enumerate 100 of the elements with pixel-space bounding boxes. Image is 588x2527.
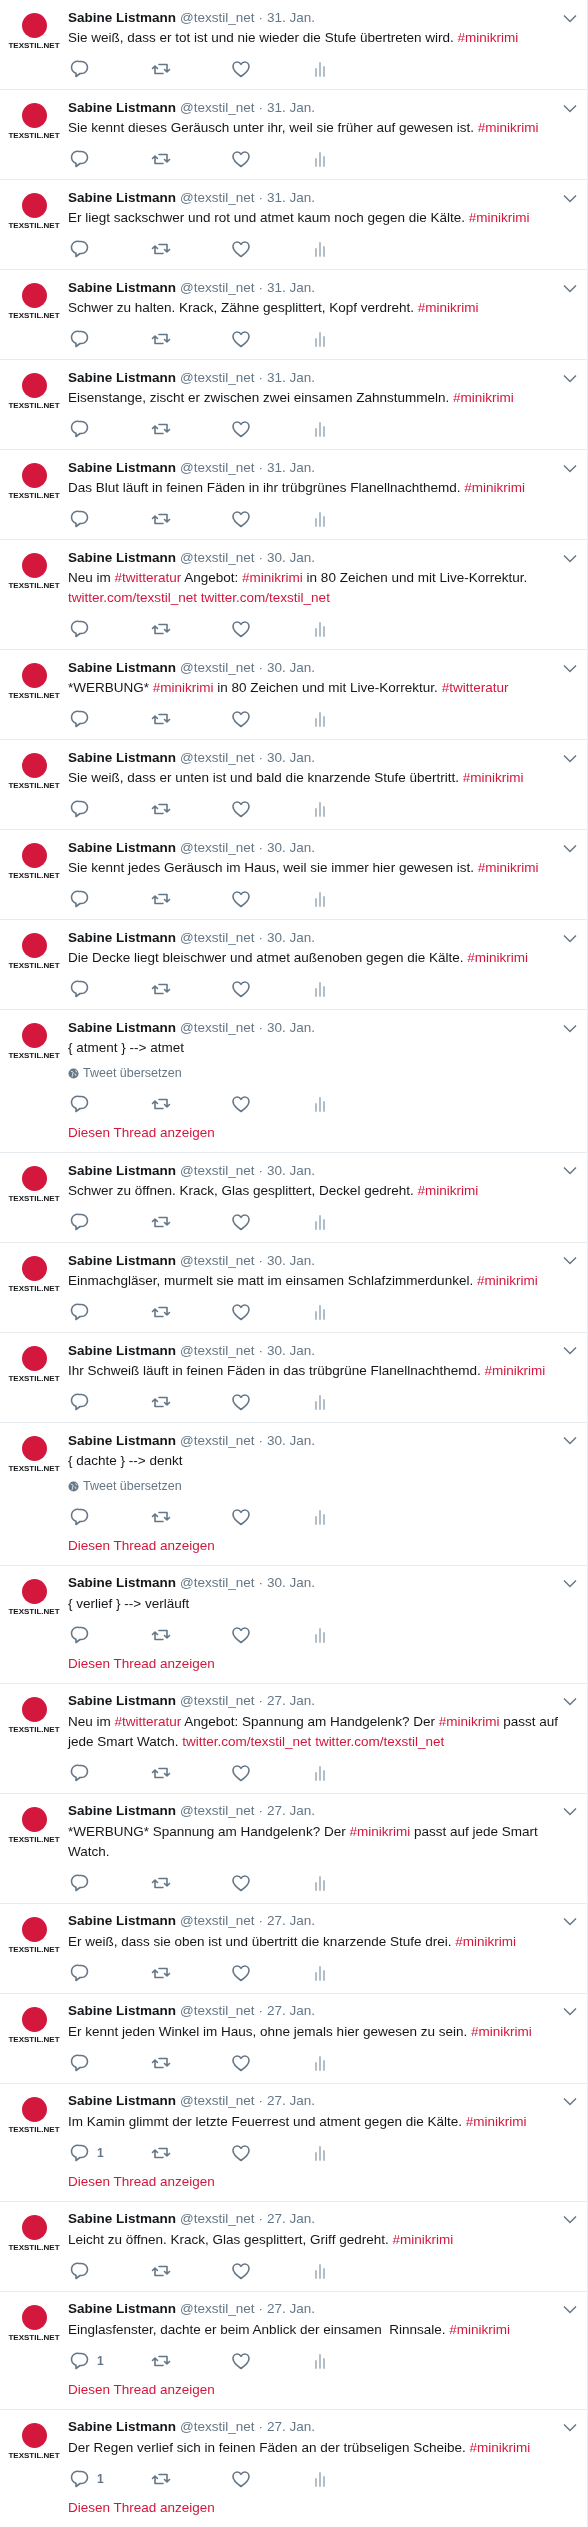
- translate-link[interactable]: Tweet übersetzen: [68, 1064, 182, 1083]
- avatar-logo[interactable]: TEXSTIL.NET: [6, 283, 62, 320]
- show-thread-link[interactable]: Diesen Thread anzeigen: [68, 1122, 215, 1143]
- user-handle[interactable]: @texstil_net: [180, 1250, 255, 1271]
- hashtag-link[interactable]: #minikrimi: [470, 2023, 532, 2039]
- tweet-date[interactable]: 27. Jan.: [267, 2299, 316, 2320]
- tweet-date[interactable]: 30. Jan.: [267, 1340, 316, 1361]
- avatar-logo[interactable]: TEXSTIL.NET: [6, 1578, 62, 1616]
- author-name[interactable]: Sabine Listmann: [68, 1911, 177, 1932]
- chevron-down-icon[interactable]: [563, 1436, 577, 1446]
- chevron-down-icon[interactable]: [563, 553, 577, 563]
- heart-icon[interactable]: [230, 148, 252, 170]
- url-link[interactable]: twitter.com/texstil_net: [182, 1733, 312, 1749]
- avatar-logo[interactable]: TEXSTIL.NET: [6, 1696, 62, 1734]
- chevron-down-icon[interactable]: [563, 933, 577, 943]
- user-handle[interactable]: @texstil_net: [180, 1573, 255, 1594]
- user-handle[interactable]: @texstil_net: [180, 657, 255, 679]
- author-name[interactable]: Sabine Listmann: [68, 2001, 177, 2022]
- avatar-logo[interactable]: TEXSTIL.NET: [6, 553, 62, 590]
- author-name[interactable]: Sabine Listmann: [68, 7, 177, 29]
- author-name[interactable]: Sabine Listmann: [68, 1430, 177, 1451]
- user-handle[interactable]: @texstil_net: [180, 747, 255, 769]
- author-name[interactable]: Sabine Listmann: [68, 1691, 177, 1712]
- avatar-logo[interactable]: TEXSTIL.NET: [6, 1165, 62, 1203]
- hashtag-link[interactable]: #minikrimi: [349, 1823, 411, 1839]
- heart-icon[interactable]: [230, 978, 252, 1000]
- user-handle[interactable]: @texstil_net: [180, 2417, 255, 2438]
- tweet-date[interactable]: 27. Jan.: [267, 2091, 316, 2112]
- avatar-logo[interactable]: TEXSTIL.NET: [6, 1255, 62, 1293]
- tweet-date[interactable]: 30. Jan.: [267, 1573, 316, 1594]
- avatar-logo[interactable]: TEXSTIL.NET: [6, 2304, 62, 2342]
- chevron-down-icon[interactable]: [563, 753, 577, 763]
- author-name[interactable]: Sabine Listmann: [68, 2417, 177, 2438]
- author-name[interactable]: Sabine Listmann: [68, 657, 177, 679]
- chevron-down-icon[interactable]: [563, 843, 577, 853]
- chevron-down-icon[interactable]: [563, 1807, 577, 1816]
- tweet-date[interactable]: 27. Jan.: [267, 2417, 316, 2438]
- avatar-logo[interactable]: TEXSTIL.NET: [6, 463, 62, 500]
- heart-icon[interactable]: [230, 708, 252, 730]
- user-handle[interactable]: @texstil_net: [180, 7, 255, 29]
- show-thread-link[interactable]: Diesen Thread anzeigen: [68, 1535, 215, 1556]
- hashtag-link[interactable]: #minikrimi: [417, 300, 479, 315]
- avatar-logo[interactable]: TEXSTIL.NET: [6, 193, 62, 230]
- chevron-down-icon[interactable]: [563, 1917, 577, 1926]
- chevron-down-icon[interactable]: [563, 2097, 577, 2106]
- user-handle[interactable]: @texstil_net: [180, 97, 255, 119]
- user-handle[interactable]: @texstil_net: [180, 927, 255, 949]
- tweet-date[interactable]: 30. Jan.: [267, 1250, 316, 1271]
- tweet-date[interactable]: 27. Jan.: [267, 2209, 316, 2230]
- hashtag-link[interactable]: #minikrimi: [452, 390, 514, 405]
- show-thread-link[interactable]: Diesen Thread anzeigen: [68, 2379, 215, 2400]
- tweet-date[interactable]: 27. Jan.: [267, 1801, 316, 1822]
- tweet-date[interactable]: 30. Jan.: [267, 1160, 316, 1181]
- hashtag-link[interactable]: #minikrimi: [467, 950, 528, 965]
- hashtag-link[interactable]: #minikrimi: [465, 2113, 527, 2129]
- chevron-down-icon[interactable]: [563, 103, 577, 113]
- user-handle[interactable]: @texstil_net: [180, 1430, 255, 1451]
- chevron-down-icon[interactable]: [563, 1697, 577, 1706]
- hashtag-link[interactable]: #minikrimi: [152, 680, 214, 695]
- hashtag-link[interactable]: #minikrimi: [464, 480, 525, 495]
- chevron-down-icon[interactable]: [563, 1166, 577, 1176]
- author-name[interactable]: Sabine Listmann: [68, 1250, 177, 1271]
- chevron-down-icon[interactable]: [563, 373, 577, 383]
- user-handle[interactable]: @texstil_net: [180, 2001, 255, 2022]
- user-handle[interactable]: @texstil_net: [180, 837, 255, 859]
- hashtag-link[interactable]: #twitteratur: [114, 1713, 182, 1729]
- avatar-logo[interactable]: TEXSTIL.NET: [6, 1023, 62, 1060]
- avatar-logo[interactable]: TEXSTIL.NET: [6, 753, 62, 790]
- chevron-down-icon[interactable]: [563, 2215, 577, 2224]
- avatar-logo[interactable]: TEXSTIL.NET: [6, 1806, 62, 1844]
- hashtag-link[interactable]: #minikrimi: [468, 210, 530, 225]
- user-handle[interactable]: @texstil_net: [180, 2209, 255, 2230]
- hashtag-link[interactable]: #twitteratur: [441, 680, 509, 695]
- author-name[interactable]: Sabine Listmann: [68, 2299, 177, 2320]
- tweet-date[interactable]: 30. Jan.: [267, 1430, 316, 1451]
- author-name[interactable]: Sabine Listmann: [68, 277, 177, 299]
- hashtag-link[interactable]: #minikrimi: [438, 1713, 500, 1729]
- avatar-logo[interactable]: TEXSTIL.NET: [6, 13, 62, 50]
- author-name[interactable]: Sabine Listmann: [68, 2091, 177, 2112]
- chevron-down-icon[interactable]: [563, 1579, 577, 1588]
- author-name[interactable]: Sabine Listmann: [68, 927, 177, 949]
- chevron-down-icon[interactable]: [563, 13, 577, 23]
- heart-icon[interactable]: [230, 238, 252, 260]
- hashtag-link[interactable]: #minikrimi: [469, 2439, 531, 2455]
- chevron-down-icon[interactable]: [563, 193, 577, 203]
- chevron-down-icon[interactable]: [563, 463, 577, 473]
- hashtag-link[interactable]: #minikrimi: [392, 2231, 454, 2247]
- heart-icon[interactable]: [230, 798, 252, 820]
- author-name[interactable]: Sabine Listmann: [68, 367, 177, 389]
- user-handle[interactable]: @texstil_net: [180, 2091, 255, 2112]
- avatar-logo[interactable]: TEXSTIL.NET: [6, 103, 62, 140]
- heart-icon[interactable]: [230, 888, 252, 910]
- user-handle[interactable]: @texstil_net: [180, 187, 255, 209]
- avatar-logo[interactable]: TEXSTIL.NET: [6, 2214, 62, 2252]
- author-name[interactable]: Sabine Listmann: [68, 1340, 177, 1361]
- author-name[interactable]: Sabine Listmann: [68, 2209, 177, 2230]
- tweet-date[interactable]: 30. Jan.: [267, 657, 316, 679]
- user-handle[interactable]: @texstil_net: [180, 277, 255, 299]
- hashtag-link[interactable]: #minikrimi: [462, 770, 524, 785]
- heart-icon[interactable]: [230, 618, 252, 640]
